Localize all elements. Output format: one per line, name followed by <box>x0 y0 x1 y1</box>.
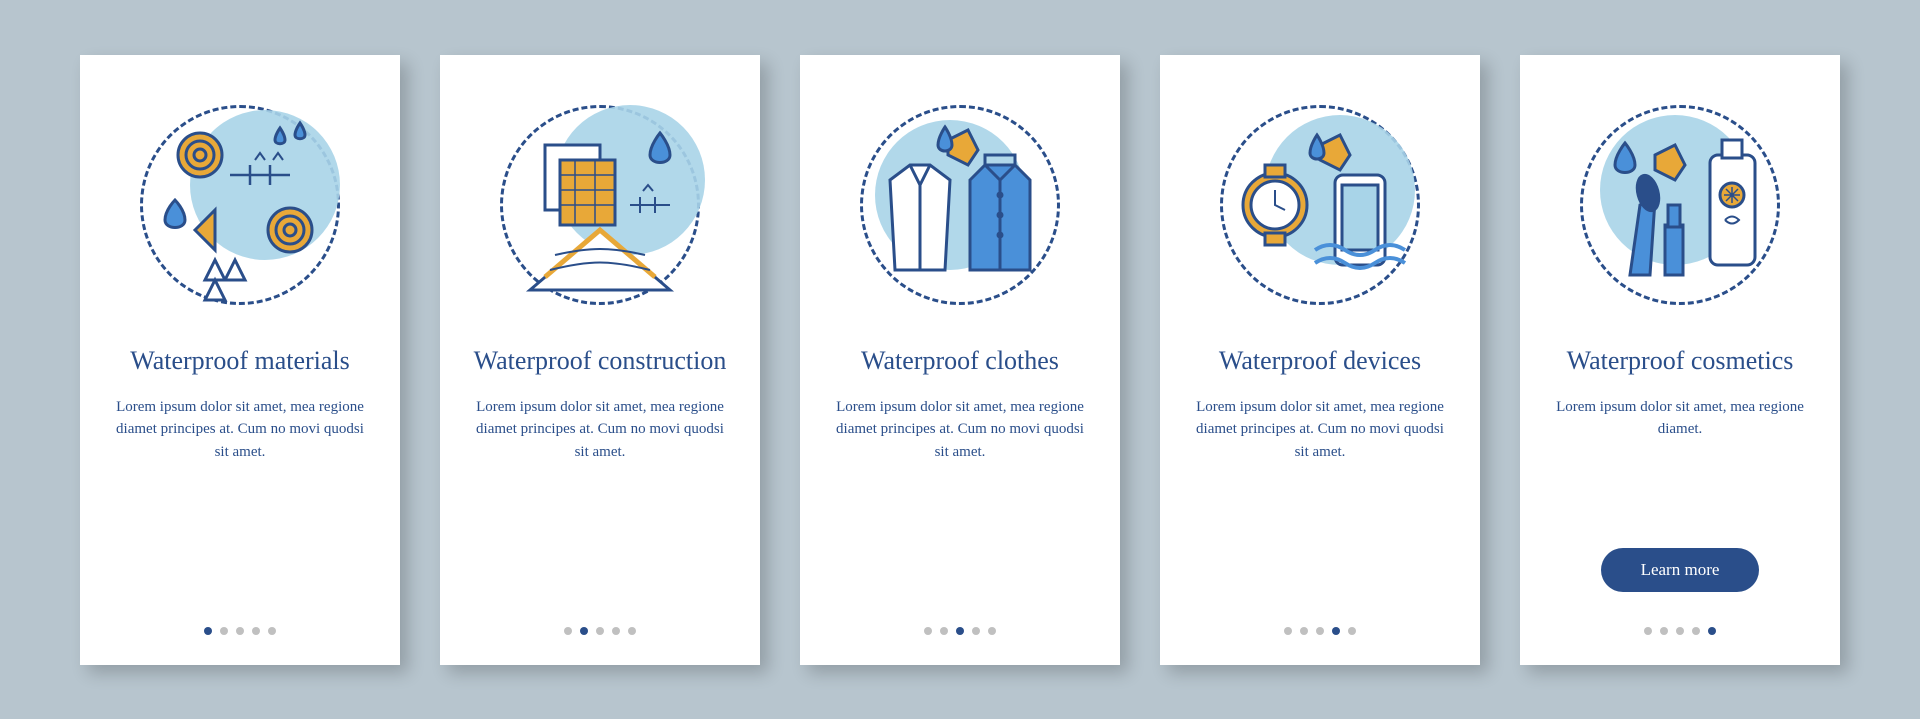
clothes-icon <box>860 105 1060 305</box>
pagination-dots <box>564 627 636 635</box>
pagination-dots <box>204 627 276 635</box>
card-description: Lorem ipsum dolor sit amet, mea regione … <box>1190 396 1450 464</box>
dot[interactable] <box>564 627 572 635</box>
dot[interactable] <box>1348 627 1356 635</box>
card-title: Waterproof cosmetics <box>1567 345 1794 376</box>
dot[interactable] <box>612 627 620 635</box>
onboarding-card-cosmetics: Waterproof cosmetics Lorem ipsum dolor s… <box>1520 55 1840 665</box>
pagination-dots <box>924 627 996 635</box>
devices-icon <box>1220 105 1420 305</box>
card-description: Lorem ipsum dolor sit amet, mea regione … <box>1550 396 1810 441</box>
card-description: Lorem ipsum dolor sit amet, mea regione … <box>110 396 370 464</box>
dot[interactable] <box>924 627 932 635</box>
dot[interactable] <box>204 627 212 635</box>
dot[interactable] <box>1644 627 1652 635</box>
dot[interactable] <box>596 627 604 635</box>
dot[interactable] <box>1316 627 1324 635</box>
dot[interactable] <box>1676 627 1684 635</box>
construction-illustration <box>490 95 710 315</box>
dot[interactable] <box>236 627 244 635</box>
card-title: Waterproof devices <box>1219 345 1421 376</box>
dot[interactable] <box>940 627 948 635</box>
construction-icon <box>500 105 700 305</box>
dot[interactable] <box>1708 627 1716 635</box>
dot[interactable] <box>268 627 276 635</box>
dot[interactable] <box>1332 627 1340 635</box>
materials-illustration <box>130 95 350 315</box>
card-description: Lorem ipsum dolor sit amet, mea regione … <box>830 396 1090 464</box>
card-title: Waterproof materials <box>130 345 350 376</box>
dot[interactable] <box>628 627 636 635</box>
cosmetics-icon <box>1580 105 1780 305</box>
dot[interactable] <box>1660 627 1668 635</box>
onboarding-card-construction: Waterproof construction Lorem ipsum dolo… <box>440 55 760 665</box>
card-title: Waterproof clothes <box>861 345 1059 376</box>
dot[interactable] <box>580 627 588 635</box>
onboarding-card-materials: Waterproof materials Lorem ipsum dolor s… <box>80 55 400 665</box>
materials-icon <box>140 105 340 305</box>
dot[interactable] <box>252 627 260 635</box>
clothes-illustration <box>850 95 1070 315</box>
card-title: Waterproof construction <box>474 345 727 376</box>
pagination-dots <box>1644 627 1716 635</box>
onboarding-card-devices: Waterproof devices Lorem ipsum dolor sit… <box>1160 55 1480 665</box>
dot[interactable] <box>1284 627 1292 635</box>
dot[interactable] <box>972 627 980 635</box>
pagination-dots <box>1284 627 1356 635</box>
devices-illustration <box>1210 95 1430 315</box>
card-description: Lorem ipsum dolor sit amet, mea regione … <box>470 396 730 464</box>
onboarding-card-clothes: Waterproof clothes Lorem ipsum dolor sit… <box>800 55 1120 665</box>
dot[interactable] <box>988 627 996 635</box>
dot[interactable] <box>220 627 228 635</box>
learn-more-button[interactable]: Learn more <box>1601 548 1760 592</box>
dot[interactable] <box>1300 627 1308 635</box>
dot[interactable] <box>1692 627 1700 635</box>
dot[interactable] <box>956 627 964 635</box>
cosmetics-illustration <box>1570 95 1790 315</box>
